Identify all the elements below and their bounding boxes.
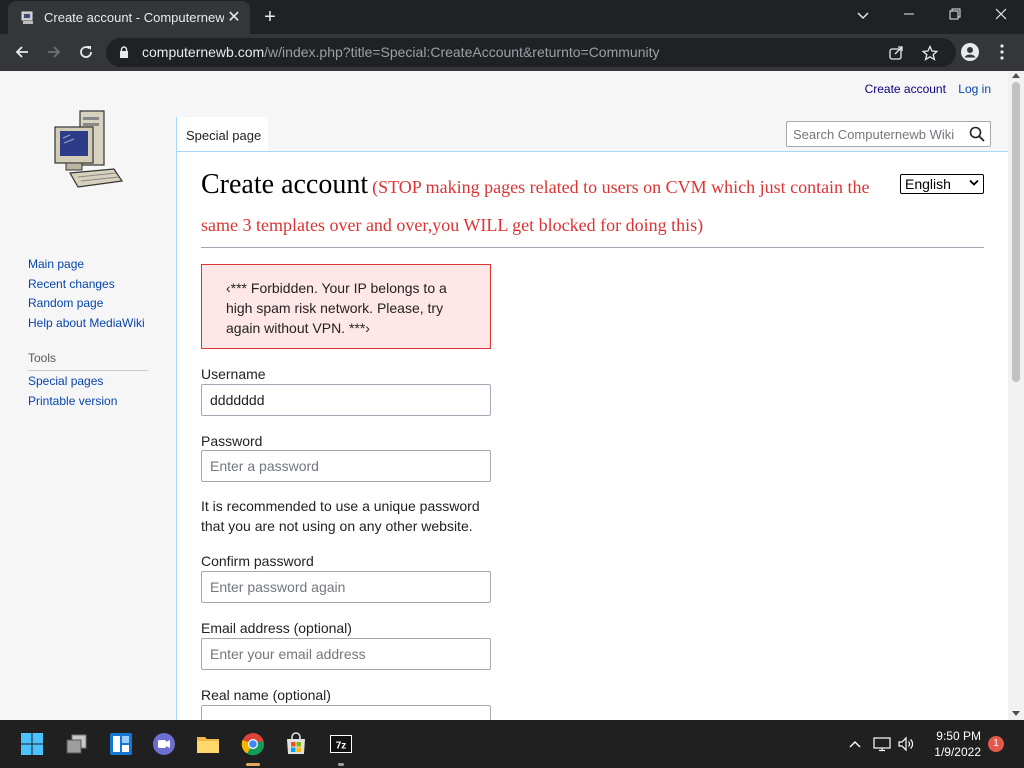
clock[interactable]: 9:50 PM 1/9/2022 bbox=[934, 728, 981, 760]
bookmark-star-icon[interactable] bbox=[920, 43, 940, 63]
store-icon[interactable] bbox=[280, 728, 312, 760]
sidebar-item-help[interactable]: Help about MediaWiki bbox=[28, 316, 145, 336]
real-name-label: Real name (optional) bbox=[201, 687, 331, 703]
language-select-value: English bbox=[905, 176, 951, 192]
chrome-active-indicator bbox=[246, 763, 260, 766]
confirm-password-label: Confirm password bbox=[201, 553, 314, 569]
page-scrollbar[interactable] bbox=[1008, 71, 1024, 720]
tools-item-special-pages[interactable]: Special pages bbox=[28, 374, 117, 394]
svg-text:7z: 7z bbox=[336, 741, 347, 752]
teams-chat-icon[interactable] bbox=[148, 728, 180, 760]
widgets-icon[interactable] bbox=[105, 728, 137, 760]
forward-icon[interactable] bbox=[40, 38, 68, 66]
scroll-down-icon[interactable] bbox=[1012, 711, 1020, 716]
search-box[interactable]: Search Computernewb Wiki bbox=[786, 121, 991, 147]
profile-icon[interactable] bbox=[956, 38, 984, 66]
confirm-password-field[interactable] bbox=[201, 571, 491, 603]
address-bar[interactable]: computernewb.com/w/index.php?title=Speci… bbox=[106, 38, 956, 67]
notification-badge[interactable]: 1 bbox=[988, 736, 1004, 752]
tools-navigation: Special pages Printable version bbox=[28, 374, 117, 413]
sidebar-item-main-page[interactable]: Main page bbox=[28, 257, 145, 277]
search-input[interactable]: Search Computernewb Wiki bbox=[793, 127, 954, 142]
log-in-link[interactable]: Log in bbox=[958, 82, 991, 96]
content-area: Create account (STOP making pages relate… bbox=[176, 151, 1008, 720]
back-icon[interactable] bbox=[8, 38, 36, 66]
error-message: ‹*** Forbidden. Your IP belongs to a hig… bbox=[201, 264, 491, 349]
chevron-up-icon[interactable] bbox=[845, 734, 865, 754]
clock-time: 9:50 PM bbox=[936, 729, 981, 743]
close-window-icon[interactable] bbox=[978, 0, 1024, 32]
heading-divider bbox=[201, 247, 984, 248]
email-field[interactable] bbox=[201, 638, 491, 670]
close-tab-icon[interactable]: ✕ bbox=[224, 8, 244, 28]
scroll-thumb[interactable] bbox=[1012, 82, 1020, 382]
wiki-page: Create account Log in Main page Recent c… bbox=[0, 71, 1024, 720]
scroll-up-icon[interactable] bbox=[1012, 73, 1020, 78]
network-icon[interactable] bbox=[872, 734, 892, 754]
minimize-icon[interactable] bbox=[886, 0, 932, 32]
language-select[interactable]: English bbox=[900, 174, 984, 194]
task-view-icon[interactable] bbox=[61, 728, 93, 760]
url-text[interactable]: computernewb.com/w/index.php?title=Speci… bbox=[142, 44, 660, 60]
password-field[interactable] bbox=[201, 450, 491, 482]
tab-special-page[interactable]: Special page bbox=[176, 117, 268, 151]
chevron-down-icon bbox=[969, 179, 979, 186]
tools-item-printable-version[interactable]: Printable version bbox=[28, 394, 117, 414]
taskbar: 7z 9:50 PM 1/9/2022 1 bbox=[0, 720, 1024, 768]
tab-search-icon[interactable] bbox=[840, 0, 886, 32]
browser-tab[interactable]: Create account - Computernewb Wiki ✕ bbox=[8, 1, 250, 34]
create-account-link[interactable]: Create account bbox=[865, 82, 946, 96]
url-host: computernewb.com bbox=[142, 44, 265, 60]
sidebar-navigation: Main page Recent changes Random page Hel… bbox=[28, 257, 145, 335]
tab-title: Create account - Computernewb Wiki bbox=[44, 10, 224, 25]
email-label: Email address (optional) bbox=[201, 620, 352, 636]
username-label: Username bbox=[201, 366, 266, 382]
restore-icon[interactable] bbox=[932, 0, 978, 32]
7zip-icon[interactable]: 7z bbox=[325, 728, 357, 760]
reload-icon[interactable] bbox=[72, 38, 100, 66]
7zip-open-indicator bbox=[338, 763, 344, 766]
computer-logo-icon[interactable] bbox=[50, 107, 126, 195]
sidebar-item-recent-changes[interactable]: Recent changes bbox=[28, 277, 145, 297]
password-help-text: It is recommended to use a unique passwo… bbox=[201, 498, 480, 534]
page-title: Create account bbox=[201, 169, 369, 200]
password-label: Password bbox=[201, 433, 263, 449]
menu-kebab-icon[interactable] bbox=[988, 38, 1016, 66]
windows-icon[interactable] bbox=[16, 728, 48, 760]
share-icon[interactable] bbox=[886, 43, 906, 63]
new-tab-button[interactable]: + bbox=[258, 5, 282, 29]
clock-date: 1/9/2022 bbox=[934, 745, 981, 759]
personal-tools: Create account Log in bbox=[856, 82, 991, 96]
url-path: /w/index.php?title=Special:CreateAccount… bbox=[264, 44, 660, 60]
lock-icon[interactable] bbox=[119, 46, 129, 59]
username-field[interactable] bbox=[201, 384, 491, 416]
file-explorer-icon[interactable] bbox=[192, 728, 224, 760]
search-icon[interactable] bbox=[969, 126, 985, 147]
browser-toolbar: computernewb.com/w/index.php?title=Speci… bbox=[0, 34, 1024, 71]
real-name-field[interactable] bbox=[201, 705, 491, 720]
sidebar-item-random-page[interactable]: Random page bbox=[28, 296, 145, 316]
browser-titlebar: Create account - Computernewb Wiki ✕ + bbox=[0, 0, 1024, 34]
wiki-favicon-icon bbox=[21, 11, 33, 24]
page-heading: Create account (STOP making pages relate… bbox=[201, 166, 884, 245]
volume-icon[interactable] bbox=[896, 734, 916, 754]
tools-heading: Tools bbox=[28, 351, 148, 371]
chrome-icon[interactable] bbox=[237, 728, 269, 760]
